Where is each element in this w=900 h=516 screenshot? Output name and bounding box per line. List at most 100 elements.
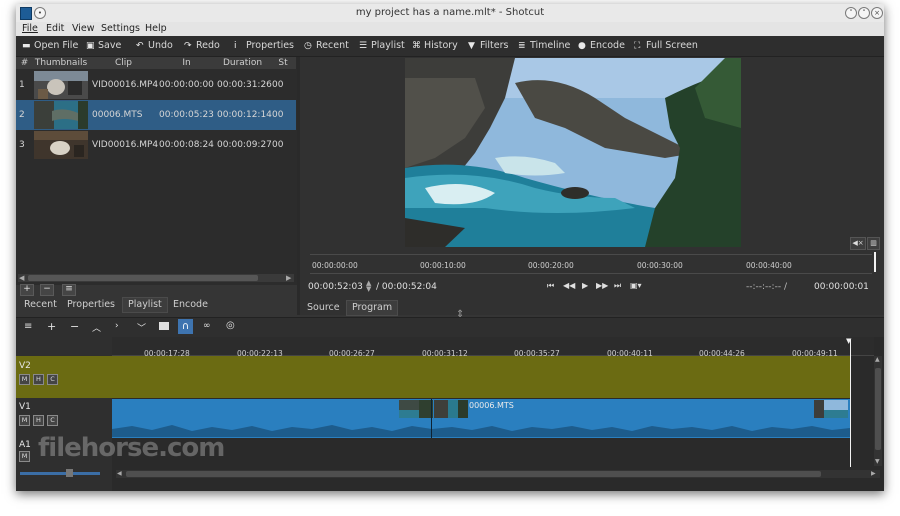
playlist-label: Playlist	[371, 40, 405, 51]
track-name: V2	[19, 361, 31, 371]
playhead-marker-icon[interactable]: ▼	[846, 337, 851, 345]
maximize-icon[interactable]: ˄	[858, 7, 870, 19]
tab-source[interactable]: Source	[302, 301, 345, 315]
scrub-icon[interactable]: ◎	[226, 320, 235, 331]
clip-thumbnail	[814, 400, 848, 418]
scroll-left-icon[interactable]: ◀	[19, 274, 24, 282]
history-button[interactable]: ⌘ History	[412, 40, 458, 51]
row-number: 2	[19, 110, 25, 120]
filters-button[interactable]: ▼ Filters	[468, 40, 508, 51]
remove-clip-button[interactable]: −	[40, 284, 54, 296]
recent-button[interactable]: ◷ Recent	[304, 40, 349, 51]
save-button[interactable]: ▣ Save	[86, 40, 121, 51]
composite-toggle[interactable]: C	[47, 374, 58, 385]
volume-mute-icon[interactable]: ◀×	[850, 237, 866, 250]
col-duration-header[interactable]: Duration	[215, 57, 271, 69]
scroll-right-icon[interactable]: ▶	[871, 470, 876, 477]
redo-button[interactable]: ↷ Redo	[184, 40, 220, 51]
position-timecode[interactable]: 00:00:52:03	[308, 282, 363, 292]
clip-in: 00:00:05:23	[159, 110, 214, 120]
history-label: History	[424, 40, 458, 51]
scroll-left-icon[interactable]: ◀	[117, 470, 122, 477]
tab-program[interactable]: Program	[346, 300, 399, 316]
tab-properties[interactable]: Properties	[62, 298, 120, 312]
zoom-dropdown-icon[interactable]: ▣▾	[630, 281, 642, 290]
add-clip-button[interactable]: +	[20, 284, 34, 296]
ripple-delete-icon[interactable]: ﹀	[137, 321, 146, 334]
snap-magnet-icon[interactable]: ∩	[178, 319, 193, 334]
ripple-link-icon[interactable]: ∞	[203, 321, 211, 331]
scrollbar-thumb[interactable]	[28, 275, 258, 281]
timeline-hscrollbar[interactable]: ◀ ▶	[116, 470, 880, 478]
append-icon[interactable]: +	[47, 320, 56, 333]
volume-meter-icon[interactable]: ▥	[867, 237, 880, 250]
remove-icon[interactable]: −	[70, 320, 79, 333]
zoom-slider[interactable]	[20, 472, 100, 475]
clip-in: 00:00:08:24	[159, 140, 214, 150]
scroll-down-icon[interactable]: ▼	[875, 458, 880, 465]
mute-toggle[interactable]: M	[19, 451, 30, 462]
tab-playlist[interactable]: Playlist	[122, 297, 168, 313]
col-num-header[interactable]: #	[16, 57, 34, 69]
open-file-button[interactable]: ▬ Open File	[22, 40, 78, 51]
composite-toggle[interactable]: C	[47, 415, 58, 426]
scrollbar-thumb[interactable]	[126, 471, 821, 477]
menu-settings[interactable]: Settings	[101, 23, 140, 34]
skip-previous-icon[interactable]: ⏮	[547, 281, 554, 291]
timeline-button[interactable]: ≣ Timeline	[518, 40, 570, 51]
split-icon[interactable]	[159, 322, 169, 330]
menu-help[interactable]: Help	[145, 23, 167, 34]
playlist-row[interactable]: 1 VID00016.MP4 00:00:00:00 00:00:31:26 0…	[16, 70, 296, 100]
track-header-v2[interactable]: V2 M H C	[16, 356, 112, 398]
hide-toggle[interactable]: H	[33, 374, 44, 385]
menu-view[interactable]: View	[72, 23, 95, 34]
player-panel: 00:00:00:00 00:00:10:00 00:00:20:00 00:0…	[300, 57, 884, 316]
scroll-up-icon[interactable]: ▲	[875, 356, 880, 363]
play-icon[interactable]: ▶	[582, 281, 588, 290]
close-icon[interactable]: ×	[871, 7, 883, 19]
timeline-playhead[interactable]	[850, 339, 851, 467]
info-icon: i	[234, 41, 237, 51]
menu-file[interactable]: File	[22, 23, 38, 34]
col-clip-header[interactable]: Clip	[89, 57, 159, 69]
tab-recent[interactable]: Recent	[19, 298, 62, 312]
timecode-spinner-icon[interactable]: ▲ ▼	[366, 280, 371, 293]
mute-toggle[interactable]: M	[19, 415, 30, 426]
fast-forward-icon[interactable]: ▶▶	[596, 281, 608, 290]
track-name: A1	[19, 440, 31, 450]
properties-button[interactable]: i Properties	[234, 40, 294, 51]
zoom-slider-handle[interactable]	[66, 469, 73, 477]
scrollbar-thumb[interactable]	[875, 368, 881, 450]
playlist-row[interactable]: 2 00006.MTS 00:00:05:23 00:00:12:14 00	[16, 100, 296, 130]
col-thumbnails-header[interactable]: Thumbnails	[33, 57, 90, 69]
clip-thumbnail	[434, 400, 468, 418]
full-screen-button[interactable]: ⛶ Full Screen	[634, 40, 698, 51]
playlist-hscrollbar[interactable]: ◀ ▶	[18, 274, 294, 282]
col-in-header[interactable]: In	[158, 57, 216, 69]
player-playhead[interactable]	[874, 252, 876, 272]
save-icon: ▣	[86, 41, 95, 51]
rewind-icon[interactable]: ◀◀	[563, 281, 575, 290]
playlist-row[interactable]: 3 VID00016.MP4 00:00:08:24 00:00:09:27 0…	[16, 130, 296, 160]
timeline-menu-icon[interactable]: ≡	[24, 321, 32, 332]
playlist-menu-button[interactable]: ≡	[62, 284, 76, 296]
undo-button[interactable]: ↶ Undo	[136, 40, 173, 51]
scroll-right-icon[interactable]: ▶	[286, 274, 291, 282]
overwrite-icon[interactable]: ›	[115, 321, 119, 331]
timeline-ruler[interactable]	[112, 337, 874, 356]
clip-duration: 00:00:12:14	[217, 110, 272, 120]
col-start-header[interactable]: St	[270, 57, 297, 69]
clip-thumbnail	[34, 131, 88, 159]
hide-toggle[interactable]: H	[33, 415, 44, 426]
lift-icon[interactable]: ︿	[92, 321, 101, 334]
skip-next-icon[interactable]: ⏭	[614, 281, 621, 291]
minimize-icon[interactable]: ˅	[845, 7, 857, 19]
player-ruler-tick: 00:00:40:00	[746, 261, 792, 270]
timeline-vscrollbar[interactable]: ▲ ▼	[874, 356, 882, 466]
tab-encode[interactable]: Encode	[168, 298, 213, 312]
menu-edit[interactable]: Edit	[46, 23, 64, 34]
track-v2-lane[interactable]	[112, 356, 850, 398]
playlist-button[interactable]: ☰ Playlist	[359, 40, 405, 51]
encode-button[interactable]: ● Encode	[578, 40, 625, 51]
mute-toggle[interactable]: M	[19, 374, 30, 385]
